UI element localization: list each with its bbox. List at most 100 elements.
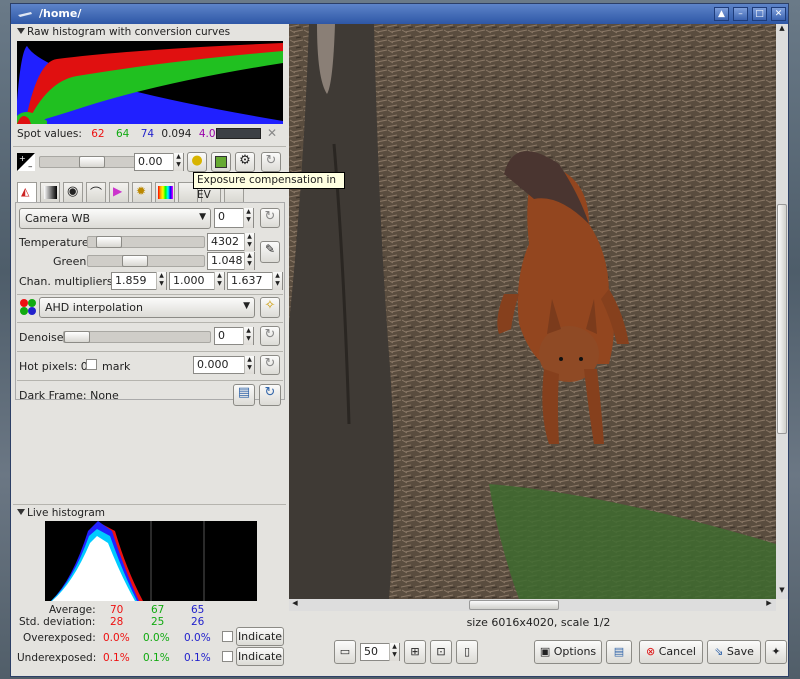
tab-lens[interactable]: ◉ <box>63 182 83 202</box>
denoise-slider[interactable] <box>63 331 211 343</box>
bottom-toolbar: ▭ 50 ▲ ▼ ⊞ ⊡ ▯ ▣ Options ▤ ⊗ Cancel ⇘ Save… <box>289 634 788 676</box>
scroll-right-icon[interactable]: ▶ <box>763 599 775 611</box>
reset-dark-frame-button[interactable]: ↻ <box>259 384 281 406</box>
spin-arrows-icon[interactable]: ▲ ▼ <box>173 153 183 171</box>
minimize-icon[interactable]: – <box>733 7 748 21</box>
vertical-scrollbar[interactable]: ▲ ▼ <box>776 24 788 599</box>
save-label: Save <box>726 645 754 658</box>
zoom-out-button[interactable]: ▭ <box>334 640 356 664</box>
eyedropper-icon: ✎ <box>264 242 276 256</box>
exposure-spin[interactable]: 0.00 ▲ ▼ <box>134 153 184 171</box>
chan-green-value: 1.000 <box>173 274 205 287</box>
reset-wb-button[interactable]: ↻ <box>260 208 280 228</box>
zoom-100-button[interactable]: ▯ <box>456 640 478 664</box>
temperature-spin[interactable]: 4302 ▲ ▼ <box>207 233 255 251</box>
close-icon[interactable]: ✕ <box>771 7 786 21</box>
reset-icon: ↻ <box>264 209 276 224</box>
zoom-spin[interactable]: 50 ▲ ▼ <box>360 643 400 661</box>
wb-fine-tune-spin[interactable]: 0 ▲ ▼ <box>214 208 254 228</box>
spin-arrows-icon[interactable]: ▲ ▼ <box>244 252 254 270</box>
tab-color-management[interactable]: ▶ <box>109 182 129 202</box>
green-spin[interactable]: 1.048 ▲ ▼ <box>207 252 255 270</box>
title-bar[interactable]: /home/ ▲ – □ ✕ <box>11 4 788 24</box>
spin-arrows-icon[interactable]: ▲ ▼ <box>389 643 399 661</box>
temperature-slider[interactable] <box>87 236 205 248</box>
smoothing-button[interactable]: ✧ <box>260 297 280 318</box>
hot-pixels-value: 0.000 <box>197 358 229 371</box>
spin-arrows-icon[interactable]: ▲ ▼ <box>243 208 253 228</box>
zoom-fit-button[interactable]: ⊡ <box>430 640 452 664</box>
auto-exposure-button[interactable]: ● <box>187 152 207 172</box>
dark-frame-value: None <box>90 389 119 402</box>
denoise-slider-knob[interactable] <box>64 331 90 343</box>
color-icon: ▶ <box>113 184 123 198</box>
tab-white-balance[interactable]: ◭ <box>17 182 37 202</box>
cancel-button[interactable]: ⊗ Cancel <box>639 640 703 664</box>
temperature-slider-knob[interactable] <box>96 236 122 248</box>
window-title: /home/ <box>39 7 82 20</box>
spin-arrows-icon[interactable]: ▲ ▼ <box>272 272 282 290</box>
spin-arrows-icon[interactable]: ▲ ▼ <box>244 356 254 374</box>
tab-gray[interactable] <box>40 182 60 202</box>
spin-arrows-icon[interactable]: ▲ ▼ <box>243 327 253 345</box>
reset-denoise-button[interactable]: ↻ <box>260 326 280 346</box>
image-preview[interactable] <box>289 24 776 599</box>
tab-lightness[interactable] <box>155 182 175 202</box>
horizontal-scrollbar[interactable]: ◀ ▶ <box>289 599 776 611</box>
zoom-in-button[interactable]: ⊞ <box>404 640 426 664</box>
vertical-scroll-thumb[interactable] <box>777 204 787 434</box>
tab-curves[interactable]: ⌒ <box>86 182 106 202</box>
shade-icon[interactable]: ▲ <box>714 7 729 21</box>
underexposed-indicate-button[interactable]: Indicate <box>236 647 284 666</box>
delete-button[interactable]: ▤ <box>606 640 632 664</box>
raw-histogram-header[interactable]: Raw histogram with conversion curves <box>13 25 286 41</box>
spectrum-icon <box>158 186 173 199</box>
wb-mode-select[interactable]: Camera WB ▼ <box>19 208 211 229</box>
live-histogram <box>45 521 257 601</box>
control-panel: Raw histogram with conversion curves Spo… <box>13 24 286 674</box>
tab-corrections[interactable]: ✹ <box>132 182 152 202</box>
clear-spot-icon[interactable]: ✕ <box>267 126 277 140</box>
interpolation-select[interactable]: AHD interpolation ▼ <box>39 297 255 318</box>
live-histogram-header[interactable]: Live histogram <box>13 506 286 522</box>
denoise-spin[interactable]: 0 ▲ ▼ <box>214 327 254 345</box>
spin-arrows-icon[interactable]: ▲ ▼ <box>214 272 224 290</box>
chan-green-spin[interactable]: 1.000 ▲ ▼ <box>169 272 225 290</box>
broom-icon: ✧ <box>264 298 276 313</box>
bayer-icon <box>20 299 36 315</box>
indicate-label: Indicate <box>237 630 283 643</box>
scroll-up-icon[interactable]: ▲ <box>777 24 787 36</box>
overexposed-checkbox[interactable] <box>222 631 233 642</box>
mark-checkbox[interactable] <box>86 359 97 370</box>
reset-exposure-button[interactable]: ↻ <box>261 152 281 172</box>
spin-arrows-icon[interactable]: ▲ ▼ <box>244 233 254 251</box>
options-button[interactable]: ▣ Options <box>534 640 602 664</box>
scroll-down-icon[interactable]: ▼ <box>777 586 787 598</box>
maximize-icon[interactable]: □ <box>752 7 767 21</box>
horizontal-scroll-thumb[interactable] <box>469 600 559 610</box>
reset-hot-pixels-button[interactable]: ↻ <box>260 355 280 375</box>
hot-pixels-spin[interactable]: 0.000 ▲ ▼ <box>193 356 255 374</box>
send-to-gimp-button[interactable]: ✦ <box>765 640 787 664</box>
spin-arrows-icon[interactable]: ▲ ▼ <box>156 272 166 290</box>
scroll-left-icon[interactable]: ◀ <box>289 599 301 611</box>
restore-details-button[interactable] <box>211 152 231 172</box>
green-slider-knob[interactable] <box>122 255 148 267</box>
exposure-slider-knob[interactable] <box>79 156 105 168</box>
chan-blue-spin[interactable]: 1.637 ▲ ▼ <box>227 272 283 290</box>
average-red: 70 <box>110 604 124 616</box>
green-slider[interactable] <box>87 255 205 267</box>
spot-wb-button[interactable]: ✎ <box>260 241 280 263</box>
overexposed-indicate-button[interactable]: Indicate <box>236 627 284 646</box>
gears-icon: ⚙ <box>239 153 251 168</box>
indicate-label: Indicate <box>237 650 283 663</box>
underexposed-checkbox[interactable] <box>222 651 233 662</box>
exposure-slider[interactable] <box>39 156 142 168</box>
chan-red-spin[interactable]: 1.859 ▲ ▼ <box>111 272 167 290</box>
save-button[interactable]: ⇘ Save <box>707 640 761 664</box>
wb-icon: ◭ <box>21 185 30 198</box>
highlights-button[interactable]: ⚙ <box>235 152 255 172</box>
load-dark-frame-button[interactable]: ▤ <box>233 384 255 406</box>
app-menu-icon[interactable] <box>17 9 33 19</box>
hot-pixels-label: Hot pixels: 0 <box>19 360 88 373</box>
